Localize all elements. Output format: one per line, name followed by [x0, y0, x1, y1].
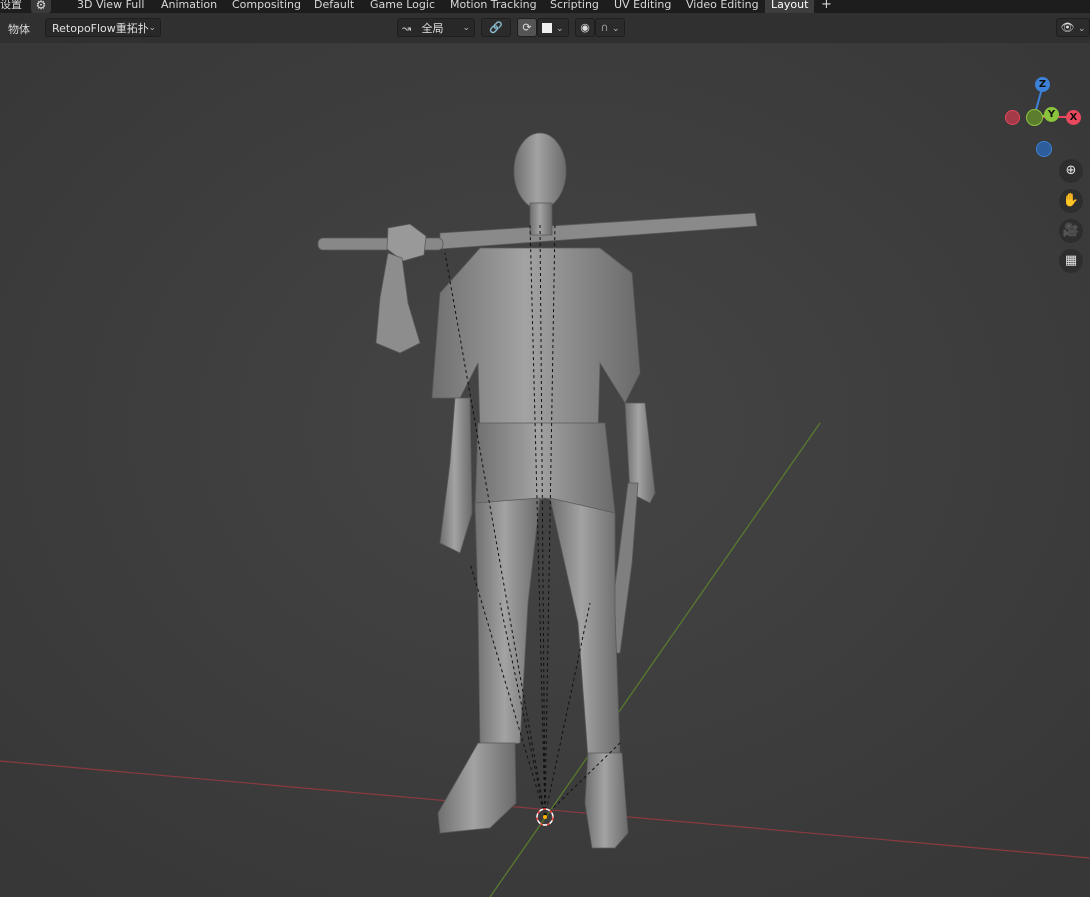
gizmo-z-axis[interactable]: Z: [1035, 77, 1050, 92]
orientation-icon: ↝: [402, 22, 412, 35]
chevron-down-icon: ⌄: [1077, 24, 1086, 34]
chevron-down-icon: ⌄: [462, 23, 470, 33]
gizmo-y-axis[interactable]: Y: [1044, 107, 1059, 122]
viewport-header: 物体 RetopoFlow重拓扑 ⌄ ↝ 全局 ⌄ 🔗 ⟳ ⌄ ◉ ∩ ⌄ 👁 …: [0, 13, 1090, 43]
add-workspace-button[interactable]: +: [821, 0, 832, 12]
addon-dropdown[interactable]: RetopoFlow重拓扑 ⌄: [45, 18, 161, 37]
falloff-curve-icon: ∩: [600, 21, 609, 34]
snap-toggle-button[interactable]: ⟳: [517, 18, 537, 37]
camera-icon: 🎥: [1062, 223, 1080, 238]
tab-compositing[interactable]: Compositing: [232, 0, 301, 12]
tab-uv-editing[interactable]: UV Editing: [614, 0, 671, 12]
visibility-button[interactable]: 👁 ⌄: [1056, 18, 1090, 37]
pan-button[interactable]: ✋: [1059, 189, 1083, 213]
tab-animation[interactable]: Animation: [161, 0, 217, 12]
tab-layout[interactable]: Layout: [765, 0, 815, 13]
3d-viewport[interactable]: Z X Y ⊕ ✋ 🎥 ▦: [0, 43, 1090, 897]
camera-view-button[interactable]: 🎥: [1059, 219, 1083, 243]
tab-scripting[interactable]: Scripting: [550, 0, 599, 12]
tab-3d-view-full[interactable]: 3D View Full: [77, 0, 144, 12]
workspace-tab-bar: 设置 ⚙ 3D View Full Animation Compositing …: [0, 0, 1090, 13]
snap-icon: ⟳: [522, 21, 532, 34]
gizmo-neg-x-axis[interactable]: [1005, 110, 1020, 125]
snap-target-button[interactable]: ⌄: [537, 18, 569, 37]
settings-menu[interactable]: 设置: [0, 0, 22, 12]
falloff-button[interactable]: ∩ ⌄: [595, 18, 625, 37]
transform-orientation-label: 全局: [421, 22, 444, 35]
tab-default[interactable]: Default: [314, 0, 354, 12]
square-icon: [542, 23, 553, 33]
zoom-button[interactable]: ⊕: [1059, 159, 1083, 183]
scene-canvas: [0, 43, 1090, 897]
gizmo-x-axis[interactable]: X: [1066, 110, 1081, 125]
mode-label[interactable]: 物体: [8, 21, 30, 37]
link-icon: 🔗: [489, 21, 503, 34]
head: [513, 132, 567, 210]
hand-icon: ✋: [1062, 193, 1080, 208]
zoom-icon: ⊕: [1065, 163, 1077, 178]
gizmo-neg-z-axis[interactable]: [1036, 141, 1052, 157]
grid-icon: ▦: [1064, 253, 1078, 268]
pivot-point-button[interactable]: 🔗: [481, 18, 511, 37]
proportional-icon: ◉: [580, 21, 590, 34]
transform-orientation-dropdown[interactable]: ↝ 全局 ⌄: [397, 18, 475, 37]
eye-icon: 👁: [1060, 21, 1075, 34]
addon-dropdown-label: RetopoFlow重拓扑: [52, 22, 149, 35]
perspective-toggle-button[interactable]: ▦: [1059, 249, 1083, 273]
chevron-down-icon: ⌄: [148, 23, 156, 33]
tab-video-editing[interactable]: Video Editing: [686, 0, 759, 12]
left-boot: [584, 752, 629, 849]
gizmo-neg-y-axis[interactable]: [1026, 109, 1043, 126]
gear-icon[interactable]: ⚙: [31, 0, 51, 13]
chevron-down-icon: ⌄: [555, 24, 564, 34]
tab-motion-tracking[interactable]: Motion Tracking: [450, 0, 537, 12]
neck: [529, 202, 553, 236]
tab-game-logic[interactable]: Game Logic: [370, 0, 435, 12]
chevron-down-icon: ⌄: [612, 24, 620, 34]
proportional-editing-button[interactable]: ◉: [575, 18, 595, 37]
